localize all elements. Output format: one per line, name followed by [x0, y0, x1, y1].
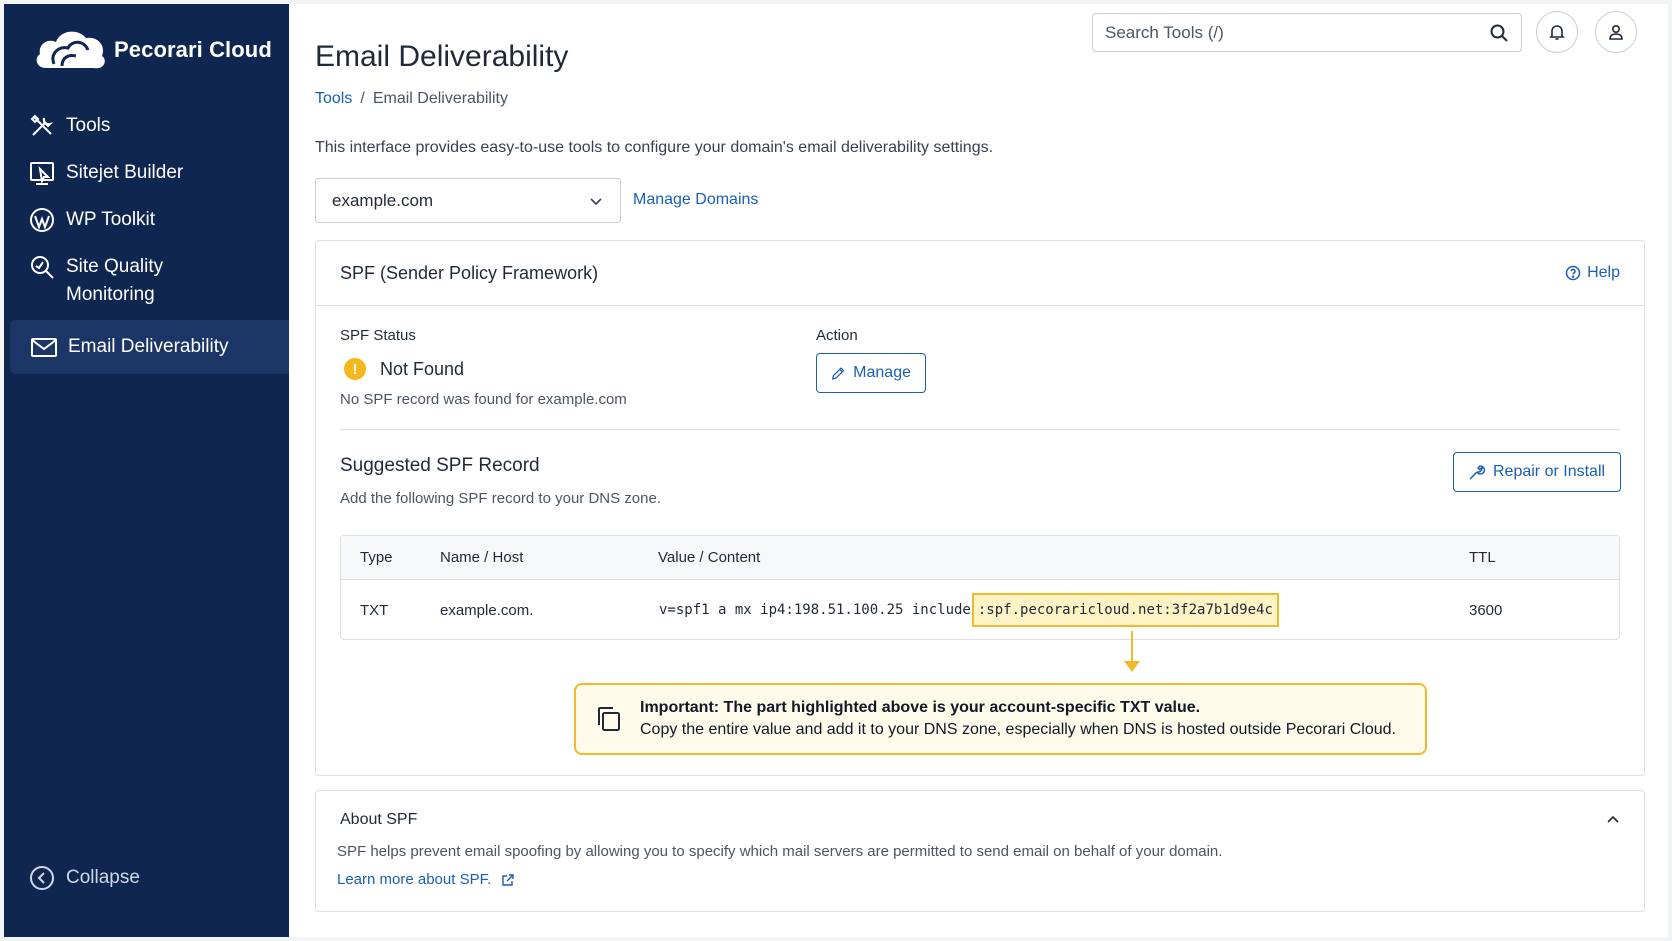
warning-icon: ! [344, 358, 366, 380]
column-header-value: Value / Content [658, 549, 761, 566]
site-quality-icon [31, 256, 54, 279]
manage-button-label: Manage [853, 364, 911, 381]
table-header-row: Type Name / Host Value / Content TTL [341, 536, 1619, 580]
sidebar-item-sitejet[interactable]: Sitejet Builder [28, 159, 183, 187]
collapse-label: Collapse [66, 867, 140, 888]
notifications-button[interactable] [1536, 11, 1578, 53]
sidebar-item-label: Site Quality Monitoring [66, 253, 163, 309]
important-notice: Important: The part highlighted above is… [574, 683, 1427, 755]
user-icon [1609, 24, 1623, 40]
collapse-button[interactable]: Collapse [28, 864, 140, 892]
wordpress-icon [30, 208, 54, 232]
chevron-up-icon[interactable] [1604, 811, 1622, 829]
help-label: Help [1587, 264, 1620, 281]
divider [340, 429, 1620, 430]
learn-more-label: Learn more about SPF. [337, 871, 492, 888]
page-intro: This interface provides easy-to-use tool… [315, 139, 994, 156]
record-value-prefix: v=spf1 a mx ip4:198.51.100.25 include [659, 602, 971, 618]
breadcrumb-tools-link[interactable]: Tools [315, 90, 352, 108]
sidebar-item-label: Sitejet Builder [66, 162, 184, 183]
chevron-left-circle-icon [30, 866, 54, 890]
dns-record-table: Type Name / Host Value / Content TTL TXT… [340, 535, 1620, 640]
column-header-name: Name / Host [440, 549, 524, 566]
spf-status-label: SPF Status [340, 327, 416, 344]
table-row: TXT example.com. v=spf1 a mx ip4:198.51.… [341, 580, 1619, 640]
repair-install-button[interactable]: Repair or Install [1453, 452, 1621, 492]
help-icon [1565, 265, 1581, 281]
pencil-icon [831, 366, 845, 380]
spf-status: ! Not Found [344, 358, 464, 380]
notice-title: Important: The part highlighted above is… [640, 699, 1201, 716]
column-header-type: Type [360, 549, 393, 566]
spf-card-title: SPF (Sender Policy Framework) [340, 262, 599, 283]
brand-logo[interactable]: Pecorari Cloud [32, 24, 272, 76]
manage-domains-link[interactable]: Manage Domains [633, 191, 758, 209]
sidebar-item-label: Email Deliverability [68, 336, 229, 357]
sidebar-item-label: Tools [66, 115, 111, 136]
record-name[interactable]: example.com. [440, 580, 533, 640]
spf-status-value: Not Found [380, 358, 465, 379]
record-value-highlight: :spf.pecoraricloud.net:3f2a7b1d9e4c [971, 593, 1279, 627]
breadcrumb: Tools / Email Deliverability [315, 90, 508, 108]
sidebar-item-label-line2: Monitoring [66, 284, 155, 305]
manage-button[interactable]: Manage [816, 353, 926, 393]
suggested-spf-note: Add the following SPF record to your DNS… [340, 490, 661, 507]
search-icon[interactable] [1489, 23, 1509, 43]
callout-arrow-line [1131, 631, 1133, 665]
app-name: Pecorari Cloud [114, 37, 272, 62]
notice-text: Important: The part highlighted above is… [640, 699, 1396, 739]
about-spf-body: SPF helps prevent email spoofing by allo… [337, 843, 1223, 860]
envelope-icon [31, 338, 57, 357]
about-spf-card: About SPF SPF helps prevent email spoofi… [315, 790, 1645, 912]
sidebar-item-wp-toolkit[interactable]: WP Toolkit [28, 206, 155, 234]
chevron-down-icon [590, 197, 602, 205]
copy-icon[interactable] [594, 704, 624, 734]
spf-card-header: SPF (Sender Policy Framework) Help [316, 241, 1644, 306]
breadcrumb-separator: / [360, 90, 365, 107]
user-menu-button[interactable] [1595, 11, 1637, 53]
column-header-ttl: TTL [1469, 549, 1496, 566]
about-spf-title: About SPF [340, 811, 418, 828]
spf-status-note: No SPF record was found for example.com [340, 391, 627, 408]
cloud-logo-icon [36, 31, 105, 69]
wrench-icon [1469, 464, 1485, 480]
sidebar: Pecorari Cloud Tools Sitejet Builder WP … [4, 4, 289, 937]
sidebar-item-email-deliverability[interactable]: Email Deliverability [10, 320, 289, 374]
repair-install-label: Repair or Install [1493, 463, 1606, 480]
sitejet-icon [30, 162, 54, 185]
domain-select-value: example.com [332, 190, 434, 210]
record-value[interactable]: v=spf1 a mx ip4:198.51.100.25 include:sp… [659, 580, 1279, 640]
bell-icon [1549, 25, 1565, 40]
breadcrumb-current: Email Deliverability [372, 90, 508, 107]
record-ttl: 3600 [1469, 601, 1503, 619]
sidebar-item-tools[interactable]: Tools [28, 112, 110, 140]
callout-arrow-head [1124, 661, 1140, 672]
help-link[interactable]: Help [1565, 264, 1620, 282]
sidebar-item-label: WP Toolkit [66, 209, 156, 230]
domain-select[interactable]: example.com [315, 178, 621, 223]
search-input[interactable] [1105, 22, 1489, 43]
page-title: Email Deliverability [315, 40, 569, 73]
search-box[interactable] [1092, 13, 1522, 52]
learn-more-link[interactable]: Learn more about SPF. [337, 871, 515, 888]
external-link-icon [502, 873, 514, 886]
notice-body: Copy the entire value and add it to your… [640, 721, 1396, 738]
action-label: Action [816, 327, 858, 344]
tools-icon [30, 114, 54, 136]
sidebar-item-label-line1: Site Quality [66, 256, 164, 277]
spf-card: SPF (Sender Policy Framework) Help SPF S… [315, 240, 1645, 776]
suggested-spf-title: Suggested SPF Record [340, 455, 540, 476]
sidebar-item-site-quality[interactable]: Site Quality Monitoring [28, 253, 163, 309]
record-type: TXT [360, 601, 389, 619]
